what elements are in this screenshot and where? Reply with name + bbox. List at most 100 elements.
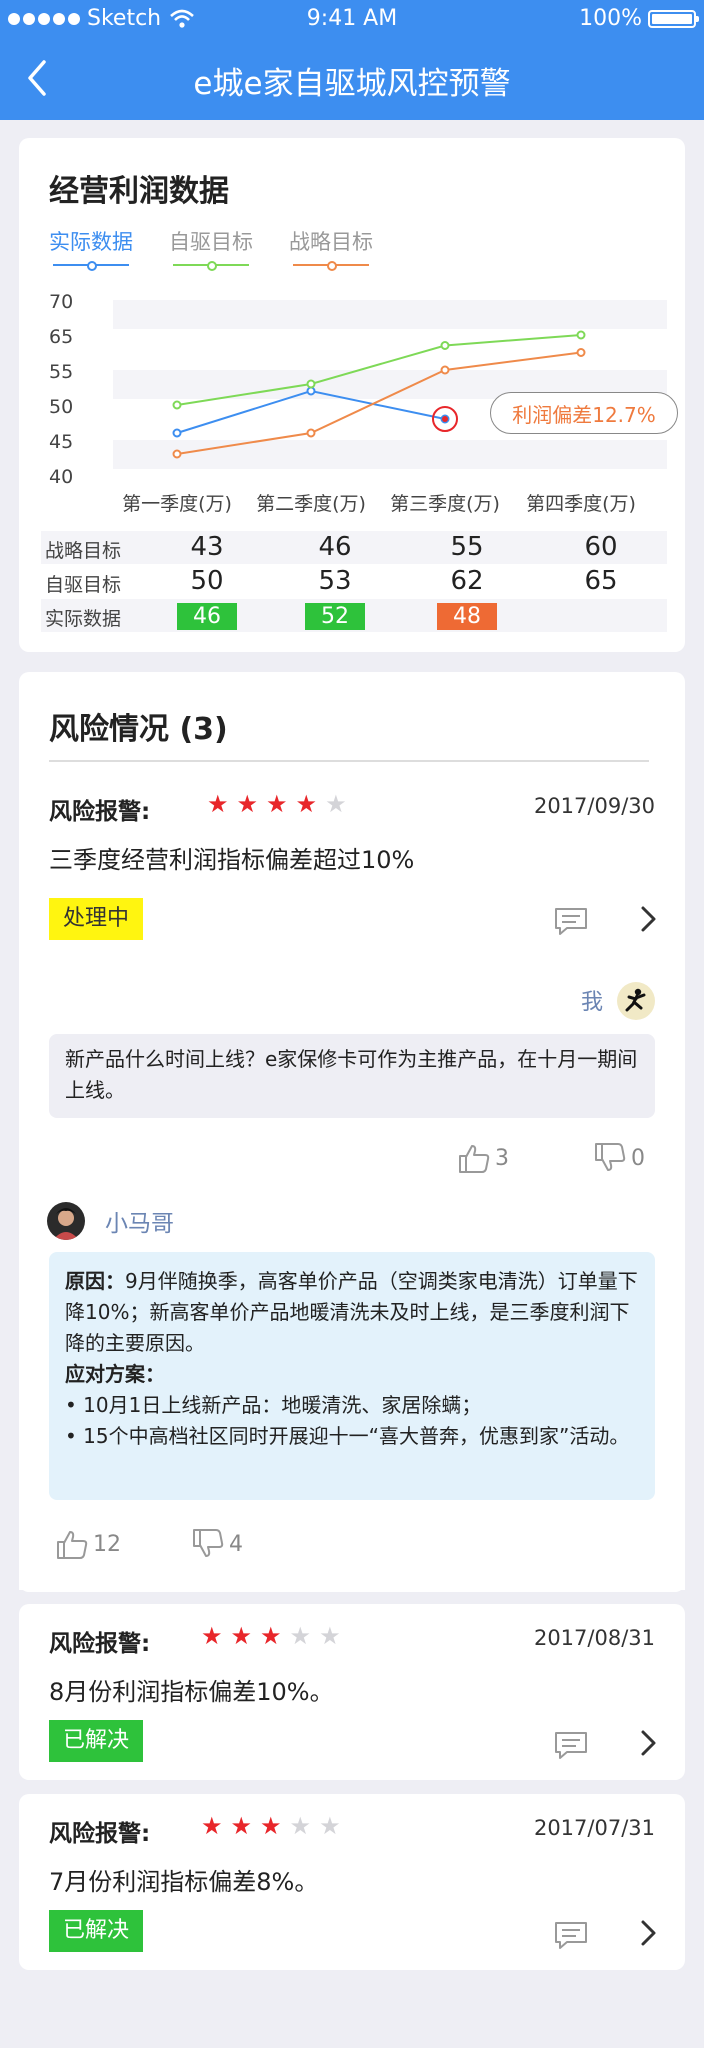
- alert-date: 2017/08/31: [533, 1626, 655, 1650]
- legend-actual[interactable]: 实际数据: [49, 226, 133, 271]
- grid-band: [113, 300, 667, 329]
- table-cell: 53: [318, 566, 352, 596]
- commenter-name-reply: 小马哥: [105, 1211, 174, 1237]
- star-icon: ★: [236, 790, 259, 818]
- alert-date: 2017/07/31: [533, 1816, 655, 1840]
- divider: [49, 760, 649, 762]
- x-tick-label: 第三季度(万): [390, 493, 500, 515]
- avatar[interactable]: [617, 982, 655, 1020]
- dislike-count: 4: [229, 1531, 243, 1557]
- alert-description: 8月份利润指标偏差10%。: [49, 1678, 334, 1706]
- legend-line-icon: [293, 260, 369, 271]
- legend-line-icon: [173, 260, 249, 271]
- star-icon: ★: [260, 1812, 282, 1840]
- table-cell-badge: 46: [177, 603, 237, 630]
- data-point: [306, 386, 316, 396]
- star-rating: ★ ★ ★ ★ ★: [201, 1624, 341, 1648]
- like-count: 12: [93, 1531, 121, 1557]
- dislike-count: 0: [631, 1145, 645, 1171]
- table-cell-badge: 48: [437, 603, 497, 630]
- alert-label: 风险报警:: [49, 1821, 151, 1847]
- table-cell: 62: [450, 566, 484, 596]
- star-icon: ★: [319, 1622, 341, 1650]
- comment-text: 新产品什么时间上线？e家保修卡可作为主推产品，在十月一期间上线。: [65, 1047, 638, 1102]
- legend-label: 自驱目标: [169, 230, 253, 254]
- comment-icon[interactable]: [553, 906, 589, 936]
- like-count: 3: [495, 1145, 509, 1171]
- data-point: [576, 330, 586, 340]
- legend-self-target[interactable]: 自驱目标: [169, 226, 253, 271]
- status-badge: 已解决: [49, 1910, 144, 1952]
- chart-legend: 实际数据 自驱目标 战略目标: [49, 226, 373, 271]
- table-row-self: 自驱目标 50 53 62 65: [41, 565, 667, 598]
- y-tick-label: 70: [49, 291, 73, 313]
- status-badge: 已解决: [49, 1720, 144, 1762]
- thumbs-down-icon: [595, 1143, 626, 1171]
- alert-date: 2017/09/30: [533, 794, 655, 818]
- avatar[interactable]: [47, 1202, 85, 1240]
- reply-reason: 原因：9月伴随换季，高客单价产品（空调类家电清洗）订单量下降10%；新高客单价产…: [65, 1266, 639, 1359]
- thumbs-down-icon: [193, 1529, 224, 1557]
- table-row-strategy: 战略目标 43 46 55 60: [41, 531, 667, 564]
- alert-label: 风险报警:: [49, 799, 151, 825]
- x-tick-label: 第二季度(万): [256, 493, 366, 515]
- dislike-button[interactable]: 0: [593, 1142, 645, 1174]
- risk-title: 风险情况 (3): [49, 712, 228, 747]
- user-avatar-icon: [625, 988, 646, 1012]
- y-tick-label: 40: [49, 466, 73, 488]
- star-icon: ★: [319, 1812, 341, 1840]
- battery-icon: [648, 9, 699, 28]
- chevron-right-icon[interactable]: [637, 904, 659, 934]
- battery-label: 100%: [579, 6, 642, 31]
- plan-item: • 10月1日上线新产品：地暖清洗、家居除螨；: [65, 1393, 482, 1417]
- star-rating: ★ ★ ★ ★ ★: [207, 792, 347, 816]
- deviation-marker-dot: [442, 416, 448, 422]
- star-icon: ★: [207, 790, 229, 818]
- star-icon: ★: [325, 790, 347, 818]
- risk-alert-card[interactable]: 风险报警: ★ ★ ★ ★ ★ 2017/08/31 8月份利润指标偏差10%。…: [19, 1604, 685, 1780]
- page-title: e城e家自驱城风控预警: [193, 66, 511, 102]
- star-icon: ★: [260, 1622, 282, 1650]
- data-point: [576, 348, 586, 357]
- chevron-right-icon[interactable]: [637, 1918, 659, 1948]
- star-icon: ★: [230, 1622, 253, 1650]
- data-point: [172, 400, 182, 410]
- y-tick-label: 45: [49, 431, 73, 453]
- star-icon: ★: [201, 1812, 223, 1840]
- comment-icon[interactable]: [553, 1920, 589, 1950]
- y-tick-label: 55: [49, 361, 73, 383]
- table-cell: 50: [190, 566, 224, 596]
- data-point: [306, 428, 316, 438]
- table-cell-badge: 52: [305, 603, 365, 630]
- table-cell: 55: [450, 532, 484, 562]
- legend-strategy-target[interactable]: 战略目标: [289, 226, 373, 271]
- risk-alert: 风险报警: ★ ★ ★ ★ ★ 2017/08/31 8月份利润指标偏差10%。…: [49, 1624, 656, 1774]
- dislike-button[interactable]: 4: [191, 1528, 243, 1560]
- risk-alert[interactable]: 风险报警: ★ ★ ★ ★ ★ 2017/09/30 三季度经营利润指标偏差超过…: [49, 792, 656, 952]
- data-point: [440, 341, 450, 350]
- risk-card: 风险情况 (3) 风险报警: ★ ★ ★ ★ ★ 2017/09/30 三季度经…: [19, 672, 685, 1592]
- chevron-right-icon[interactable]: [637, 1728, 659, 1758]
- row-label: 实际数据: [45, 608, 122, 630]
- reply-plan-label: 应对方案：: [65, 1359, 639, 1390]
- row-label: 战略目标: [45, 540, 122, 562]
- user-avatar-icon: [53, 1208, 79, 1240]
- x-tick-label: 第四季度(万): [526, 493, 636, 515]
- profit-title: 经营利润数据: [49, 174, 229, 209]
- star-icon: ★: [230, 1812, 253, 1840]
- reason-label: 原因：: [65, 1269, 125, 1293]
- like-button[interactable]: 12: [55, 1528, 121, 1560]
- commenter-name-me: 我: [581, 990, 604, 1015]
- alert-description: 三季度经营利润指标偏差超过10%: [49, 846, 415, 874]
- row-label: 自驱目标: [45, 574, 122, 596]
- data-point: [440, 365, 450, 375]
- table-cell: 46: [318, 532, 352, 562]
- comment-icon[interactable]: [553, 1730, 589, 1760]
- y-tick-label: 65: [49, 326, 73, 348]
- legend-line-icon: [53, 260, 129, 271]
- risk-alert-card[interactable]: 风险报警: ★ ★ ★ ★ ★ 2017/07/31 7月份利润指标偏差8%。 …: [19, 1794, 685, 1970]
- star-icon: ★: [289, 1622, 312, 1650]
- legend-label: 战略目标: [289, 230, 373, 254]
- like-button[interactable]: 3: [457, 1142, 509, 1174]
- y-tick-label: 50: [49, 396, 73, 418]
